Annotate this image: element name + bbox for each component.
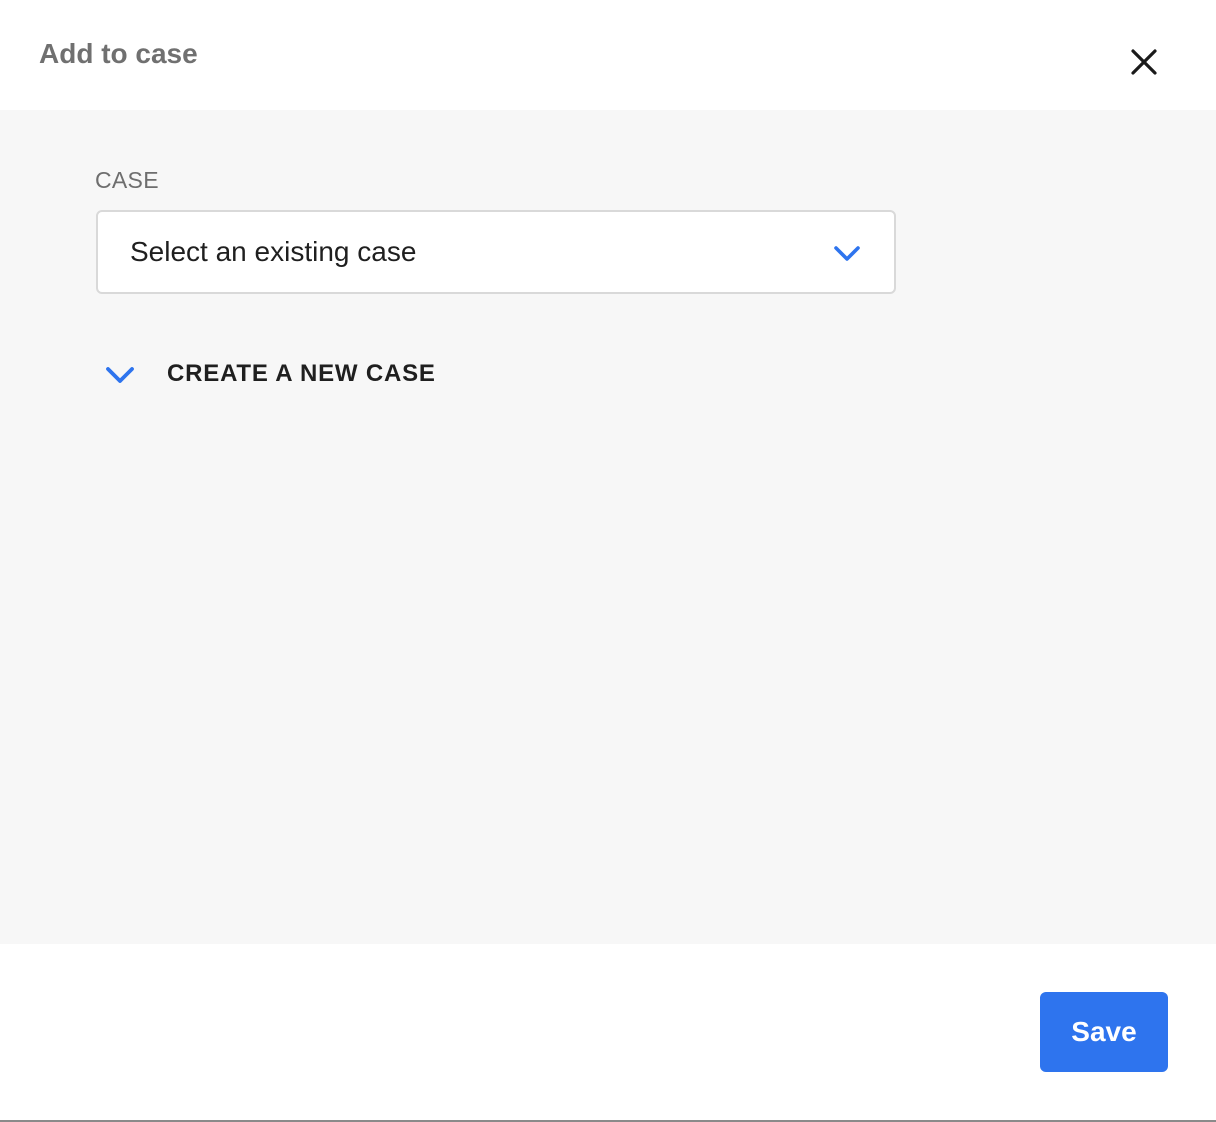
case-field-label: CASE [95, 167, 159, 193]
dialog-footer: Save [0, 944, 1216, 1120]
close-icon [1131, 49, 1157, 75]
add-to-case-dialog: Add to case CASE Select an existing case… [0, 0, 1216, 1122]
close-button[interactable] [1122, 40, 1166, 84]
chevron-down-icon [834, 246, 860, 261]
dialog-body: CASE Select an existing case CREATE A NE… [0, 110, 1216, 944]
chevron-down-icon [106, 367, 134, 383]
dialog-header: Add to case [0, 0, 1216, 110]
create-new-case-toggle[interactable]: CREATE A NEW CASE [104, 354, 436, 394]
case-select[interactable]: Select an existing case [96, 210, 896, 294]
case-select-value: Select an existing case [130, 236, 417, 267]
dialog-title: Add to case [39, 38, 198, 69]
save-button[interactable]: Save [1040, 992, 1168, 1072]
create-new-case-label: CREATE A NEW CASE [167, 360, 436, 387]
